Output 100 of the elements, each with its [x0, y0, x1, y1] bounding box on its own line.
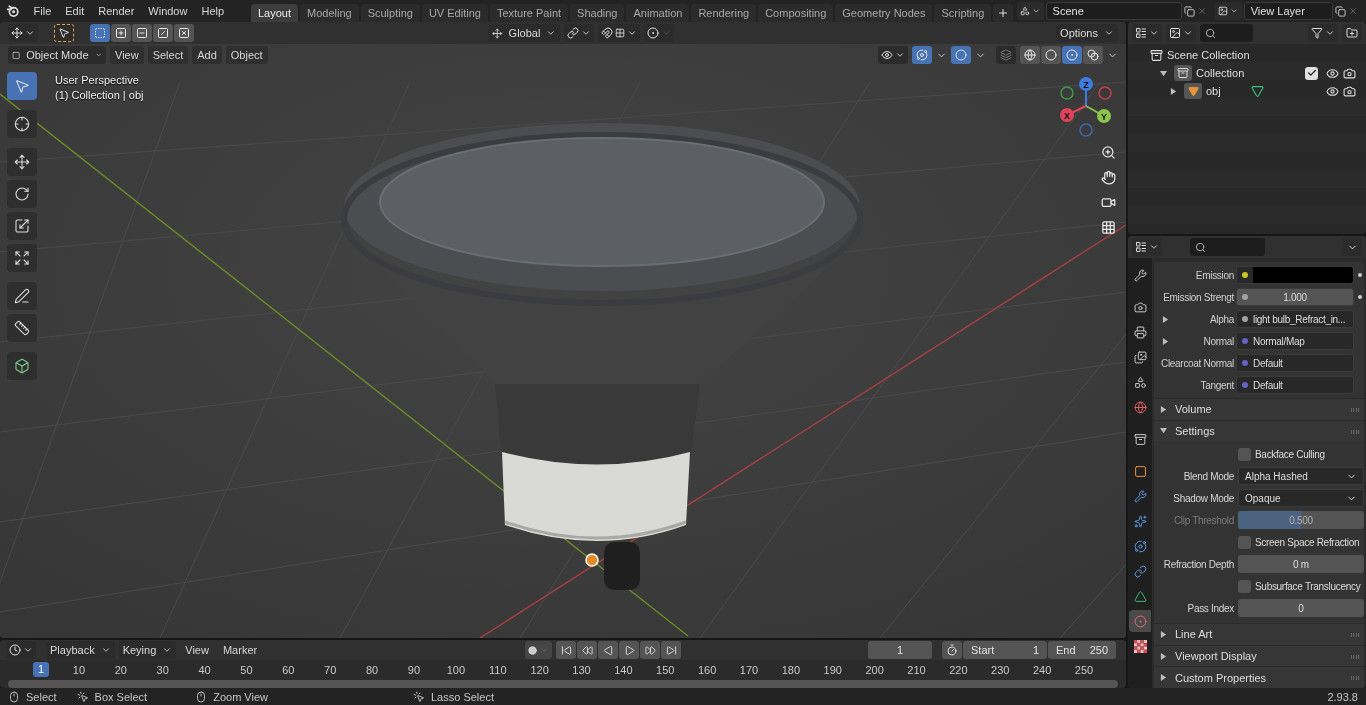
- workspace-tab[interactable]: UV Editing: [421, 4, 488, 22]
- timeline-menu[interactable]: Keying: [118, 641, 177, 659]
- end-frame-field[interactable]: End 250: [1048, 641, 1116, 659]
- auto-keying-button[interactable]: [525, 641, 553, 659]
- outliner-item[interactable]: Collection: [1196, 67, 1245, 79]
- app-logo-icon[interactable]: [6, 4, 20, 18]
- tool-button[interactable]: [7, 314, 37, 342]
- navigation-gizmo[interactable]: X Y Z: [1050, 72, 1120, 138]
- viewport-menu[interactable]: Object: [225, 46, 268, 64]
- shading-mode-button[interactable]: [1041, 46, 1061, 64]
- editor-type-button[interactable]: [1132, 238, 1162, 256]
- timeline-menu[interactable]: Playback: [46, 641, 115, 659]
- current-frame-field[interactable]: 1: [868, 641, 932, 659]
- disclosure-triangle-icon[interactable]: [1170, 87, 1177, 95]
- workspace-tab[interactable]: Geometry Nodes: [835, 4, 933, 22]
- number-field[interactable]: 1.000: [1236, 288, 1354, 306]
- timer-button[interactable]: [942, 641, 962, 659]
- viewport-menu[interactable]: View: [110, 46, 144, 64]
- menu-item[interactable]: File: [27, 2, 58, 20]
- link-field[interactable]: Normal/Map: [1236, 332, 1354, 350]
- disclosure-triangle-icon[interactable]: [1162, 315, 1169, 323]
- viewport-menu[interactable]: Add: [192, 46, 222, 64]
- panel-header[interactable]: Custom Properties: [1154, 666, 1364, 688]
- disclosure-triangle-icon[interactable]: [1160, 69, 1167, 77]
- visibility-eye-icon[interactable]: [1326, 84, 1339, 98]
- active-tool-button[interactable]: [54, 24, 74, 42]
- workspace-tab[interactable]: Texture Paint: [489, 4, 569, 22]
- panel-header[interactable]: Viewport Display: [1154, 644, 1364, 667]
- number-field[interactable]: 0: [1238, 599, 1364, 618]
- copy-icon[interactable]: [1184, 4, 1196, 18]
- tool-button[interactable]: [7, 148, 37, 176]
- menu-item[interactable]: Help: [195, 2, 231, 20]
- link-field[interactable]: light bulb_Refract_in...: [1236, 310, 1354, 328]
- tool-button[interactable]: [7, 282, 37, 310]
- editor-type-button[interactable]: [1132, 24, 1162, 42]
- tool-button[interactable]: [7, 352, 37, 380]
- panel-header[interactable]: Volume: [1154, 398, 1364, 420]
- tool-button[interactable]: [7, 110, 37, 138]
- selection-mode-button[interactable]: [90, 24, 110, 42]
- shading-mode-button[interactable]: [1083, 46, 1103, 64]
- transform-orientation-dropdown[interactable]: Global: [488, 24, 560, 42]
- filter-button[interactable]: [1308, 24, 1338, 42]
- selection-mode-button[interactable]: [153, 24, 173, 42]
- link-field[interactable]: Default: [1236, 354, 1354, 372]
- render-camera-icon[interactable]: [1343, 84, 1356, 98]
- shading-mode-button[interactable]: [1062, 46, 1082, 64]
- keyframe-dot-icon[interactable]: [1358, 295, 1362, 299]
- display-mode-button[interactable]: [1166, 24, 1196, 42]
- checkbox[interactable]: Backface Culling: [1238, 447, 1325, 461]
- snap-button[interactable]: [598, 24, 640, 42]
- render-camera-icon[interactable]: [1343, 66, 1356, 80]
- overlay-toggle-button[interactable]: [951, 46, 971, 64]
- object-mode-dropdown[interactable]: Object Mode: [8, 46, 106, 64]
- play-reverse-button[interactable]: [598, 641, 619, 659]
- add-workspace-button[interactable]: [993, 4, 1014, 22]
- selection-mode-button[interactable]: [111, 24, 131, 42]
- workspace-tab[interactable]: Sculpting: [360, 4, 420, 22]
- color-field[interactable]: [1236, 266, 1354, 284]
- timeline-menu[interactable]: Marker: [217, 641, 263, 659]
- proportional-edit-button[interactable]: [644, 24, 674, 42]
- editor-type-button[interactable]: [6, 641, 36, 659]
- menu-item[interactable]: Render: [92, 2, 141, 20]
- dropdown-field[interactable]: Alpha Hashed: [1238, 467, 1364, 486]
- scene-selector-button[interactable]: [1017, 2, 1044, 20]
- workspace-tab[interactable]: Layout: [251, 4, 298, 22]
- visibility-eye-icon[interactable]: [1326, 66, 1339, 80]
- workspace-tab[interactable]: Modeling: [300, 4, 359, 22]
- search-field[interactable]: [1190, 238, 1265, 256]
- copy-icon[interactable]: [1334, 4, 1346, 18]
- view-layer-name-field[interactable]: View Layer: [1243, 2, 1333, 20]
- workspace-tab[interactable]: Animation: [626, 4, 690, 22]
- workspace-tab[interactable]: Shading: [570, 4, 625, 22]
- editor-type-button[interactable]: [8, 24, 38, 42]
- outliner-item[interactable]: Scene Collection: [1167, 49, 1250, 61]
- jump-end-button[interactable]: [661, 641, 682, 659]
- next-keyframe-button[interactable]: [640, 641, 661, 659]
- options-dropdown[interactable]: Options: [1056, 24, 1118, 42]
- number-field[interactable]: 0 m: [1238, 555, 1364, 574]
- start-frame-field[interactable]: Start 1: [963, 641, 1047, 659]
- checkbox[interactable]: Subsurface Translucency: [1238, 579, 1361, 593]
- previous-keyframe-button[interactable]: [577, 641, 598, 659]
- tool-button[interactable]: [7, 212, 37, 240]
- options-dropdown[interactable]: [1342, 238, 1362, 256]
- checkbox[interactable]: Screen Space Refraction: [1238, 535, 1360, 549]
- selection-mode-button[interactable]: [174, 24, 194, 42]
- new-collection-button[interactable]: [1342, 24, 1362, 42]
- tool-button[interactable]: [7, 180, 37, 208]
- view-layer-selector-button[interactable]: [1215, 2, 1242, 20]
- menu-item[interactable]: Window: [142, 2, 194, 20]
- tool-button[interactable]: [7, 244, 37, 272]
- workspace-tab[interactable]: Compositing: [758, 4, 834, 22]
- jump-start-button[interactable]: [556, 641, 577, 659]
- workspace-tab[interactable]: Rendering: [691, 4, 757, 22]
- gizmo-toggle-button[interactable]: [912, 46, 932, 64]
- outliner-item[interactable]: obj: [1206, 85, 1221, 97]
- timeline-scrollbar[interactable]: [8, 680, 1118, 688]
- disclosure-triangle-icon[interactable]: [1162, 337, 1169, 345]
- exclude-checkbox[interactable]: [1305, 66, 1318, 80]
- visibility-button[interactable]: [878, 46, 908, 64]
- play-button[interactable]: [619, 641, 640, 659]
